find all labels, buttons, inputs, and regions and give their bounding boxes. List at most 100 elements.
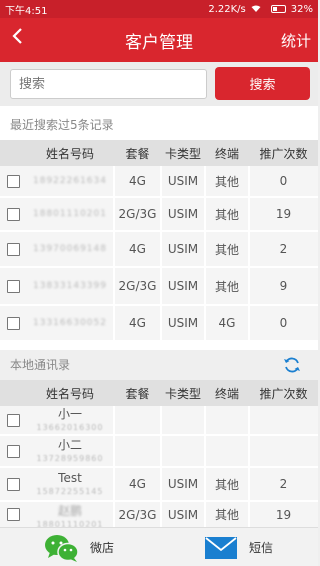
back-button[interactable] [7,26,27,51]
wechat-icon [45,534,79,562]
page-title: 客户管理 [125,32,193,53]
row-checkbox[interactable] [6,242,20,256]
row-phone: 18922261634 [33,176,107,186]
row-promo-count [249,436,318,466]
row-card-type: USIM [167,174,199,188]
row-card-type: USIM [167,279,199,293]
header-terminal: 终端 [214,146,239,161]
header-promo-count: 推广次数 [259,146,308,161]
row-promo-count [249,406,318,434]
row-checkbox[interactable] [6,477,20,491]
row-checkbox[interactable] [6,207,20,221]
row-promo-count: 9 [279,279,288,293]
contact-phone: 18801110201 [36,520,104,527]
row-plan: 2G/3G [118,507,157,522]
row-promo-count: 19 [275,507,292,522]
row-checkbox[interactable] [6,413,20,427]
sms-label: 短信 [249,541,274,555]
row-checkbox[interactable] [6,316,20,330]
row-promo-count: 2 [279,477,288,491]
row-checkbox[interactable] [6,279,20,293]
table-row[interactable]: 18801110201 2G/3G USIM 其他 19 [0,198,318,230]
table-row[interactable]: 13316630052 4G USIM 4G 0 [0,306,318,340]
row-plan: 4G [129,174,146,188]
row-phone: 13970069148 [33,244,107,254]
row-promo-count: 2 [279,242,288,256]
row-terminal [205,436,249,466]
row-plan: 4G [129,242,146,256]
row-phone: 13833143399 [33,281,107,291]
header-terminal: 终端 [214,386,239,401]
contact-phone: 13662016300 [36,423,104,432]
statistics-button[interactable]: 统计 [281,30,311,51]
header-card-type: 卡类型 [164,386,201,401]
search-bar: 搜索 [0,62,318,106]
recent-label: 最近搜索过5条记录 [10,118,114,132]
contact-phone: 13728959860 [36,454,104,463]
header-plan: 套餐 [125,146,150,161]
header-card-type: 卡类型 [164,146,201,161]
sms-button[interactable]: 短信 [205,528,273,566]
recent-table-header: 姓名号码 套餐 卡类型 终端 推广次数 [0,140,318,166]
row-terminal: 其他 [214,242,239,257]
table-row[interactable]: 小一 13662016300 [0,406,318,434]
table-row[interactable]: Test 15872255145 4G USIM 其他 2 [0,468,318,500]
contacts-table-header: 姓名号码 套餐 卡类型 终端 推广次数 [0,380,318,406]
header-name: 姓名号码 [45,386,94,401]
contact-name: 赵鹏 [57,504,82,518]
row-card-type [161,436,205,466]
row-terminal: 其他 [214,207,239,222]
battery-icon [266,5,286,13]
row-terminal: 其他 [214,477,239,492]
contact-phone: 15872255145 [36,487,104,496]
header-name: 姓名号码 [45,146,94,161]
refresh-icon[interactable] [282,355,302,375]
row-checkbox[interactable] [6,174,20,188]
row-plan: 4G [129,316,146,330]
row-plan: 2G/3G [118,279,157,293]
table-row[interactable]: 13970069148 4G USIM 其他 2 [0,232,318,266]
contact-name: Test [58,471,82,485]
header-plan: 套餐 [125,386,150,401]
row-checkbox[interactable] [6,508,20,521]
row-terminal: 4G [218,316,236,330]
row-promo-count: 19 [275,207,292,221]
contact-name: 小二 [57,438,82,452]
status-bar: 下午4:51 2.22K/s 32% [0,0,318,18]
title-bar: 客户管理 统计 [0,18,318,62]
row-phone: 18801110201 [33,209,107,219]
row-promo-count: 0 [279,174,288,188]
wechat-share-button[interactable]: 微店 [44,528,114,566]
row-card-type [161,406,205,434]
row-card-type: USIM [167,242,199,256]
envelope-icon [205,536,237,559]
table-row[interactable]: 赵鹏 18801110201 2G/3G USIM 其他 19 [0,502,318,527]
row-checkbox[interactable] [6,444,20,458]
status-time: 下午4:51 [5,5,48,17]
wechat-label: 微店 [90,541,115,555]
table-row[interactable]: 18922261634 4G USIM 其他 0 [0,166,318,196]
row-terminal: 其他 [214,279,239,294]
row-card-type: USIM [167,477,199,491]
row-promo-count: 0 [279,316,288,330]
row-card-type: USIM [167,207,199,221]
table-row[interactable]: 小二 13728959860 [0,436,318,466]
row-card-type: USIM [167,507,199,522]
row-plan [114,436,161,466]
row-terminal: 其他 [214,508,239,522]
network-speed: 2.22K/s [208,3,246,15]
chevron-left-icon [12,28,22,44]
search-input[interactable] [10,69,207,99]
battery-level: 32% [290,3,313,15]
row-card-type: USIM [167,316,199,330]
row-terminal [205,406,249,434]
row-plan: 2G/3G [118,207,157,221]
search-button[interactable]: 搜索 [215,67,310,100]
row-phone: 13316630052 [33,318,107,328]
bottom-bar: 微店 短信 [0,527,318,566]
contact-name: 小一 [57,407,82,421]
wifi-icon [251,5,261,13]
table-row[interactable]: 13833143399 2G/3G USIM 其他 9 [0,268,318,304]
row-plan [114,406,161,434]
header-promo-count: 推广次数 [259,386,308,401]
